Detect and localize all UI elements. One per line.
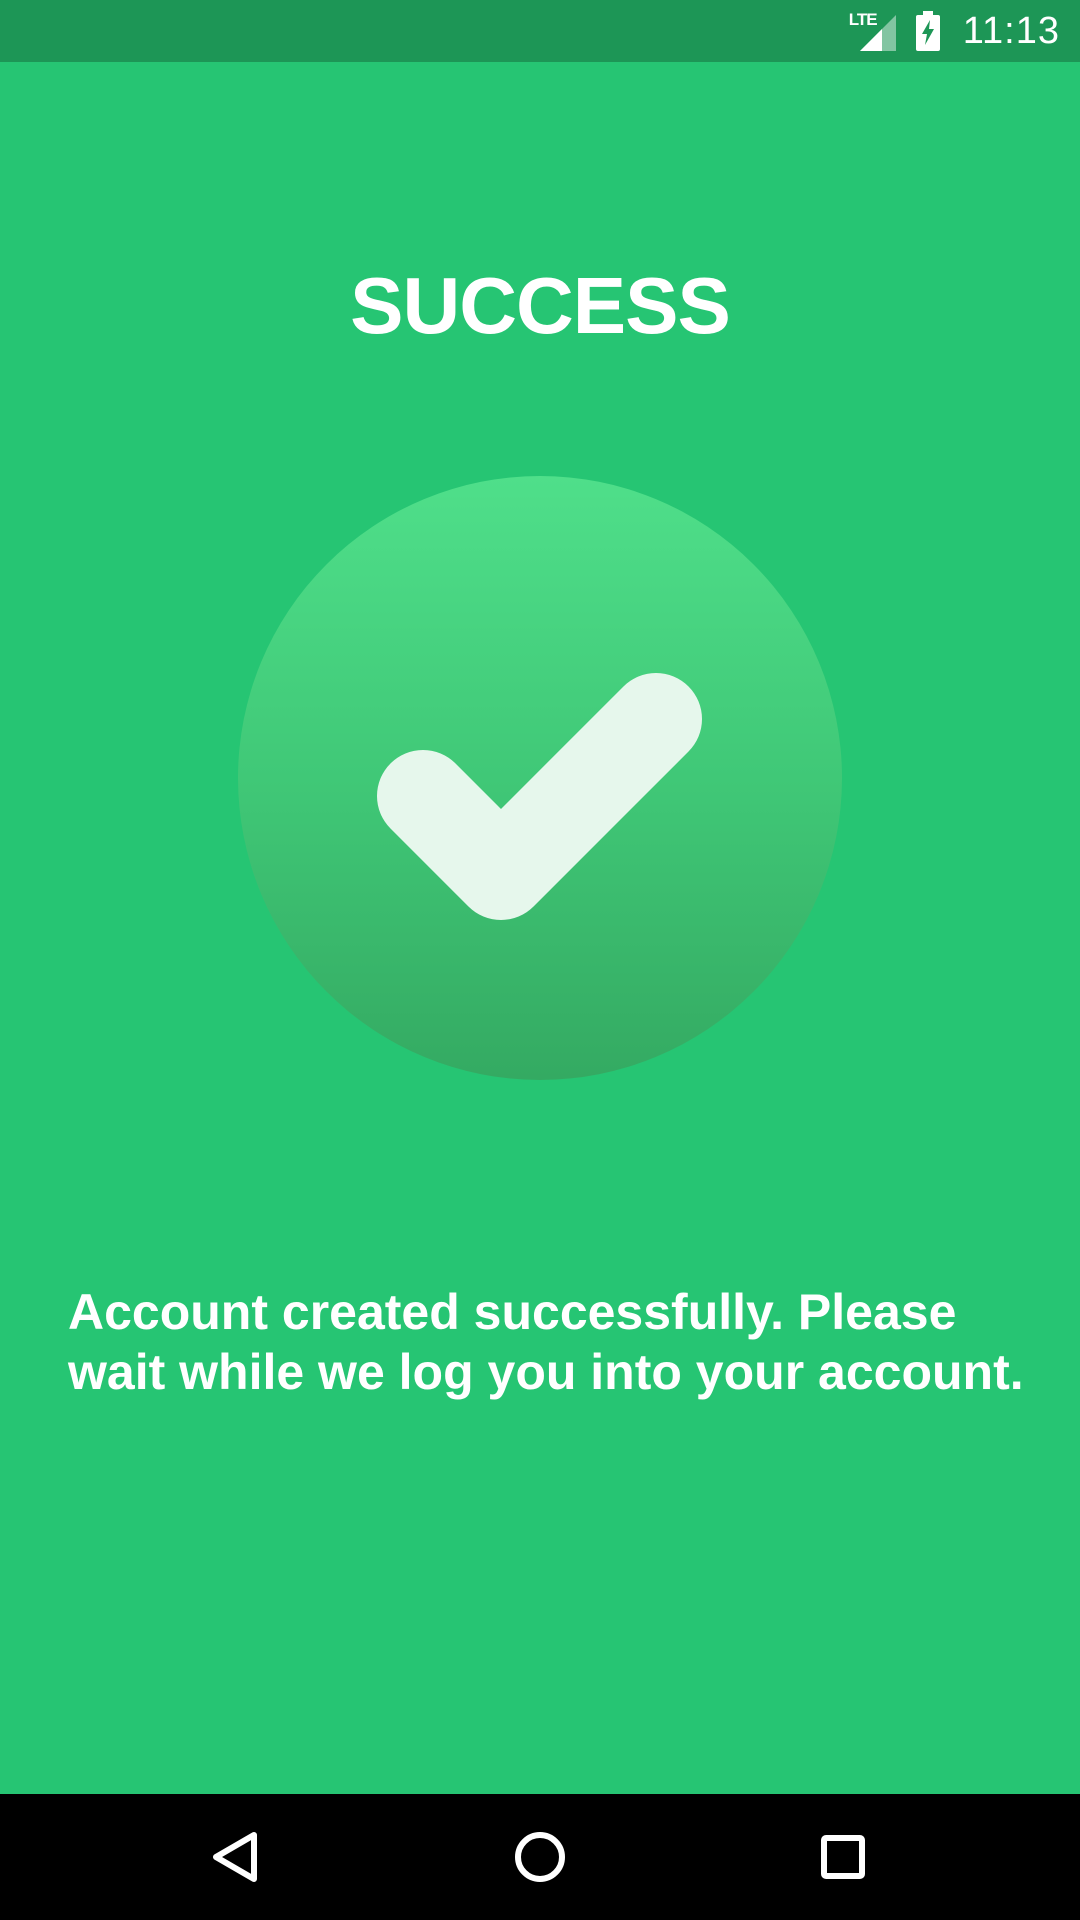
- home-button[interactable]: [505, 1822, 575, 1892]
- success-screen: LTE 11:13 SUCCESS Account created succes…: [0, 0, 1080, 1920]
- status-icons: LTE 11:13: [849, 0, 1060, 62]
- navigation-bar: [0, 1794, 1080, 1920]
- lte-signal-icon: LTE: [849, 11, 897, 51]
- checkmark-icon: [377, 673, 702, 920]
- status-message: Account created successfully. Please wai…: [68, 1284, 1024, 1400]
- back-button[interactable]: [200, 1822, 270, 1892]
- success-circle: [238, 476, 842, 1080]
- home-icon: [515, 1832, 565, 1882]
- recents-button[interactable]: [808, 1822, 878, 1892]
- page-title: SUCCESS: [350, 261, 731, 350]
- status-time: 11:13: [962, 10, 1060, 52]
- status-bar: LTE 11:13: [0, 0, 1080, 62]
- back-icon: [213, 1832, 257, 1882]
- battery-charging-icon: [915, 11, 941, 51]
- recents-icon: [821, 1835, 865, 1879]
